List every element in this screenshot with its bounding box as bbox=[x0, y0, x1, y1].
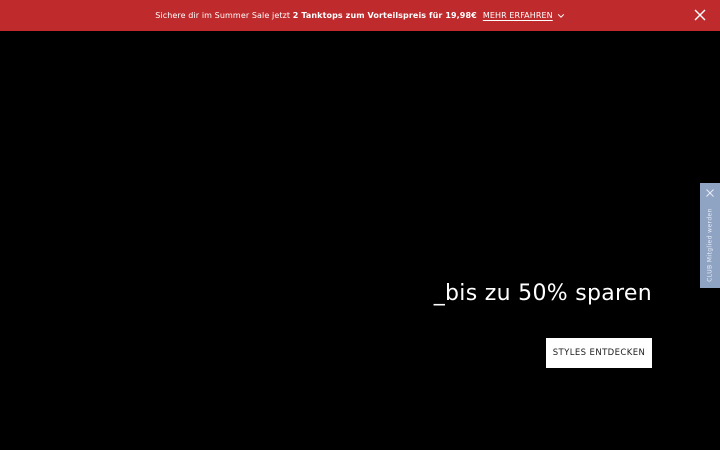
promo-text-regular: Sichere dir im Summer Sale jetzt bbox=[155, 11, 293, 20]
chevron-down-icon bbox=[557, 13, 564, 18]
promo-more-link-label: MEHR ERFAHREN bbox=[482, 11, 553, 20]
close-icon[interactable] bbox=[705, 188, 715, 198]
club-membership-tab[interactable]: CLUB Mitglied werden bbox=[700, 183, 720, 288]
club-membership-label: CLUB Mitglied werden bbox=[706, 208, 714, 282]
page: Sichere dir im Summer Sale jetzt 2 Tankt… bbox=[0, 0, 720, 450]
promo-banner: Sichere dir im Summer Sale jetzt 2 Tankt… bbox=[0, 0, 720, 31]
hero-headline: _bis zu 50% sparen bbox=[433, 281, 652, 306]
close-icon[interactable] bbox=[693, 8, 707, 22]
styles-entdecken-button[interactable]: STYLES ENTDECKEN bbox=[546, 338, 652, 368]
promo-text-bold: 2 Tanktops zum Vorteilspreis für 19,98€ bbox=[292, 11, 477, 20]
promo-text: Sichere dir im Summer Sale jetzt 2 Tankt… bbox=[155, 11, 477, 20]
promo-more-link[interactable]: MEHR ERFAHREN bbox=[483, 11, 565, 20]
